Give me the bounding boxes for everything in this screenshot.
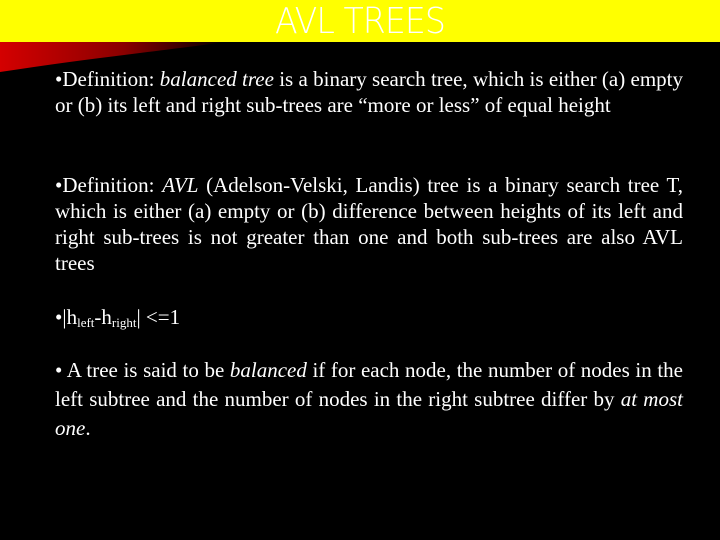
slide-title: AVL TREES	[274, 1, 446, 42]
term-balanced: balanced	[229, 358, 307, 382]
bullet-height-formula: •|hleft-hright| <=1	[55, 305, 181, 330]
term-avl: AVL	[162, 173, 199, 197]
bullet-balanced-node-count: • A tree is said to be balanced if for e…	[55, 358, 683, 440]
bullet-definition-balanced-tree: •Definition: balanced tree is a binary s…	[55, 67, 683, 117]
bullet-definition-avl: •Definition: AVL (Adelson-Velski, Landis…	[55, 173, 684, 275]
bullet-marker: •	[55, 358, 67, 382]
term-balanced-tree: balanced tree	[159, 67, 274, 91]
